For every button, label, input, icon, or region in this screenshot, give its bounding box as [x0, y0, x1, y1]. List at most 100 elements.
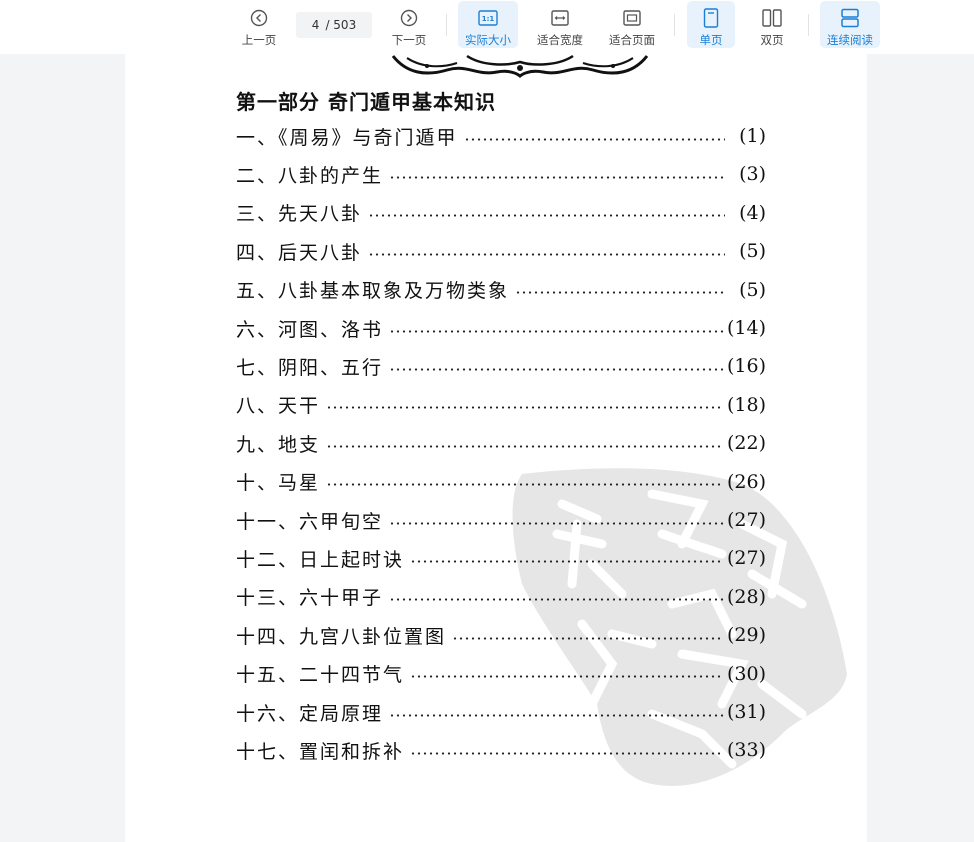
continuous-read-button[interactable]: 连续阅读: [820, 1, 880, 48]
toc-entry-title: 五、八卦基本取象及万物类象: [236, 280, 510, 303]
document-page: 第一部分 奇门遁甲基本知识 一、《周易》与奇门遁甲 (1) 二、八卦的产生 (3) 三、…: [125, 54, 867, 842]
toc-dot-leader: [389, 329, 724, 333]
toc-entry-title: 八、天干: [236, 395, 321, 418]
toc-entry[interactable]: 十、马星 (26): [236, 467, 766, 497]
toc-entry-page: (3): [739, 163, 766, 186]
toc-entry-page: (18): [726, 393, 766, 416]
actual-size-button[interactable]: 1:1 实际大小: [458, 1, 518, 48]
fit-width-label: 适合宽度: [537, 33, 583, 47]
toc-entry-page: (5): [739, 278, 766, 301]
double-page-button[interactable]: 双页: [748, 1, 796, 48]
toc-entry-page: (27): [726, 509, 766, 531]
fit-width-button[interactable]: 适合宽度: [532, 1, 588, 48]
toc-entry[interactable]: 八、天干 (18): [236, 390, 766, 420]
toc-dot-leader: [515, 291, 725, 295]
toc-entry-title: 四、后天八卦: [236, 241, 363, 264]
fit-width-icon: [551, 6, 569, 30]
toc-entry-title: 十一、六甲旬空: [236, 510, 384, 533]
toc-entry-title: 十四、九宫八卦位置图: [236, 625, 447, 648]
toc-dot-leader: [410, 675, 724, 679]
toc-entry[interactable]: 三、先天八卦 (4): [236, 198, 766, 228]
toc-entry-page: (30): [726, 662, 766, 685]
toc-entry[interactable]: 十一、六甲旬空 (27): [236, 505, 766, 535]
double-page-icon: [762, 6, 782, 30]
toc-dot-leader: [326, 406, 724, 410]
toc-entry[interactable]: 七、阴阳、五行 (16): [236, 351, 766, 381]
toc-entry-title: 七、阴阳、五行: [236, 356, 384, 379]
chevron-right-circle-icon: [400, 6, 418, 30]
toc-entry-title: 十六、定局原理: [236, 702, 384, 725]
chevron-left-circle-icon: [250, 6, 268, 30]
toc-entry-page: (26): [726, 470, 766, 493]
toc-entry[interactable]: 四、后天八卦 (5): [236, 236, 766, 266]
toc-entry-title: 二、八卦的产生: [236, 164, 384, 187]
toc-entry-page: (31): [726, 701, 766, 723]
prev-page-button[interactable]: 上一页: [236, 1, 282, 48]
toc-entry[interactable]: 一、《周易》与奇门遁甲 (1): [236, 121, 766, 151]
toc-entry[interactable]: 十四、九宫八卦位置图 (29): [236, 620, 766, 650]
toc-entry-page: (1): [739, 125, 766, 147]
toc-dot-leader: [368, 214, 725, 218]
actual-size-icon-text: 1:1: [482, 15, 495, 23]
toc-entry-title: 一、《周易》与奇门遁甲: [236, 126, 458, 149]
toc-entry-page: (22): [726, 432, 766, 455]
toc-dot-leader: [389, 598, 724, 602]
prev-page-label: 上一页: [241, 33, 277, 47]
total-pages: / 503: [325, 18, 357, 32]
toc-entry-page: (14): [726, 317, 766, 339]
toc-dot-leader: [410, 751, 724, 755]
single-page-icon: [703, 6, 719, 30]
next-page-button[interactable]: 下一页: [386, 1, 432, 48]
toc-dot-leader: [389, 175, 725, 179]
toc-entry[interactable]: 十七、置闰和拆补 (33): [236, 735, 766, 765]
continuous-read-label: 连续阅读: [827, 33, 873, 47]
toc-entry[interactable]: 十三、六十甲子 (28): [236, 582, 766, 612]
toc-entry[interactable]: 六、河图、洛书 (14): [236, 313, 766, 343]
toc-entry-title: 十二、日上起时诀: [236, 548, 405, 571]
fit-page-button[interactable]: 适合页面: [604, 1, 660, 48]
toc-dot-leader: [389, 521, 724, 525]
single-page-label: 单页: [699, 33, 723, 47]
toc-entry[interactable]: 十二、日上起时诀 (27): [236, 543, 766, 573]
toolbar-divider: [808, 14, 809, 36]
toc-dot-leader: [463, 137, 725, 141]
toc-entry[interactable]: 十五、二十四节气 (30): [236, 659, 766, 689]
toc-entry-page: (28): [726, 585, 766, 608]
toc-entry-title: 六、河图、洛书: [236, 318, 384, 341]
next-page-label: 下一页: [391, 33, 427, 47]
toc-entry-page: (27): [726, 547, 766, 570]
toc-entry-page: (29): [726, 624, 766, 647]
reader-toolbar: 上一页 4 / 503 下一页 1:1 实际大小 适合宽度 适合页面 单页 双页…: [0, 0, 974, 54]
toc-dot-leader: [389, 367, 724, 371]
toc-entry-title: 十七、置闰和拆补: [236, 740, 405, 763]
toc-dot-leader: [452, 636, 724, 640]
toc-entry-title: 三、先天八卦: [236, 203, 363, 226]
toc-entry-page: (4): [739, 201, 766, 224]
fit-page-label: 适合页面: [609, 33, 655, 47]
toc-entry-title: 十三、六十甲子: [236, 587, 384, 610]
actual-size-icon: 1:1: [478, 6, 498, 30]
toc-entry[interactable]: 九、地支 (22): [236, 428, 766, 458]
toolbar-divider: [446, 14, 447, 36]
toc-dot-leader: [326, 444, 724, 448]
toolbar-divider: [674, 14, 675, 36]
decorative-border-ornament: [391, 54, 649, 78]
toc-entry-page: (16): [726, 355, 766, 378]
current-page-input[interactable]: 4: [312, 18, 320, 32]
toc-entry[interactable]: 十六、定局原理 (31): [236, 697, 766, 727]
toc-entry-title: 九、地支: [236, 433, 321, 456]
toc-dot-leader: [368, 252, 725, 256]
toc-entry-page: (5): [739, 240, 766, 263]
page-number-box[interactable]: 4 / 503: [296, 12, 372, 38]
toc-dot-leader: [410, 559, 724, 563]
toc-entry[interactable]: 二、八卦的产生 (3): [236, 159, 766, 189]
continuous-read-icon: [840, 6, 860, 30]
toc-entry-title: 十五、二十四节气: [236, 664, 405, 687]
fit-page-icon: [623, 6, 641, 30]
toc-entry-page: (33): [726, 739, 766, 762]
part-title: 第一部分 奇门遁甲基本知识: [236, 90, 496, 114]
single-page-button[interactable]: 单页: [687, 1, 735, 48]
toc-entry[interactable]: 五、八卦基本取象及万物类象 (5): [236, 275, 766, 305]
toc-dot-leader: [326, 483, 724, 487]
toc-dot-leader: [389, 713, 724, 717]
